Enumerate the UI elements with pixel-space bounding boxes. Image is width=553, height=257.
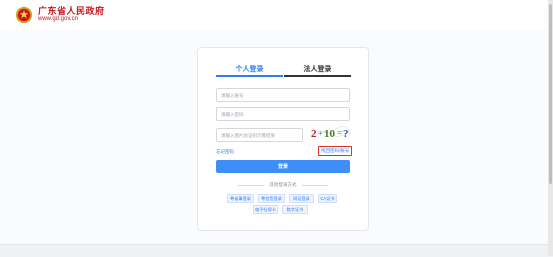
retrieve-account-link[interactable]: 找回密码/账号 (318, 146, 353, 156)
site-header: 广东省人民政府 www.gd.gov.cn (0, 0, 553, 30)
tab-personal-login[interactable]: 个人登录 (216, 64, 283, 77)
footer (0, 244, 548, 257)
svg-text:+: + (318, 129, 323, 138)
svg-text:=: = (337, 128, 342, 138)
svg-text:10: 10 (324, 128, 336, 140)
login-tabs: 个人登录 法人登录 (216, 64, 351, 77)
password-input[interactable] (216, 107, 350, 121)
method-network-id-login[interactable]: 网证登录 (289, 194, 314, 203)
captcha-image[interactable]: 2 + 10 = ? (310, 124, 350, 140)
site-url: www.gd.gov.cn (38, 16, 78, 22)
username-input[interactable] (216, 88, 350, 102)
method-yuexinqian-login[interactable]: 粤信签登录 (258, 194, 285, 203)
forgot-password-link[interactable]: 忘记密码 (216, 149, 234, 155)
svg-text:2: 2 (311, 128, 317, 140)
login-card: 个人登录 法人登录 2 + 10 = ? 忘记密码 找回密码/账号 登录 其他登… (197, 47, 369, 231)
other-login-divider: 其他登录方式 (238, 182, 328, 188)
method-e-social-security-card[interactable]: 电子社保卡 (253, 205, 278, 214)
method-digital-certificate[interactable]: 数字证书 (282, 205, 308, 214)
method-ca-certificate[interactable]: CA证书 (318, 194, 337, 203)
tab-legal-person-login[interactable]: 法人登录 (284, 64, 351, 77)
svg-text:?: ? (343, 128, 349, 140)
captcha-input[interactable] (216, 128, 303, 142)
login-button[interactable]: 登录 (216, 160, 350, 173)
national-emblem-icon (15, 6, 33, 24)
scrollbar-thumb[interactable] (549, 4, 552, 184)
vertical-scrollbar[interactable] (548, 0, 553, 256)
method-yueshengshi-login[interactable]: 粤省事登录 (227, 194, 254, 203)
divider-line-right (302, 185, 328, 186)
